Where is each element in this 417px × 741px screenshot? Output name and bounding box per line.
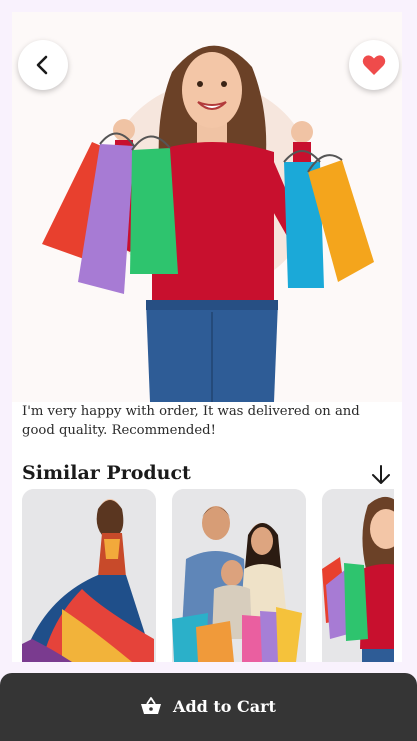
basket-icon bbox=[141, 697, 162, 714]
review-text: I'm very happy with order, It was delive… bbox=[22, 404, 360, 438]
back-button[interactable] bbox=[18, 40, 68, 90]
product-card: I'm very happy with order, It was delive… bbox=[12, 12, 402, 662]
chevron-left-icon bbox=[36, 55, 48, 75]
heart-icon bbox=[362, 55, 386, 75]
add-to-cart-button[interactable]: Add to Cart bbox=[0, 673, 417, 741]
arrow-down-icon[interactable] bbox=[370, 464, 392, 486]
family-shopping-photo bbox=[172, 489, 306, 662]
similar-product-item-woman[interactable] bbox=[322, 489, 394, 662]
gown-photo bbox=[22, 489, 156, 662]
add-to-cart-label: Add to Cart bbox=[173, 696, 276, 716]
product-hero-image bbox=[12, 12, 402, 402]
similar-product-item-gown[interactable] bbox=[22, 489, 156, 662]
similar-product-item-family[interactable] bbox=[172, 489, 306, 662]
similar-products-list[interactable] bbox=[22, 489, 394, 662]
shopping-woman-photo bbox=[42, 45, 374, 402]
similar-product-title: Similar Product bbox=[22, 462, 191, 484]
woman-shopping-photo bbox=[322, 489, 394, 662]
favorite-button[interactable] bbox=[349, 40, 399, 90]
